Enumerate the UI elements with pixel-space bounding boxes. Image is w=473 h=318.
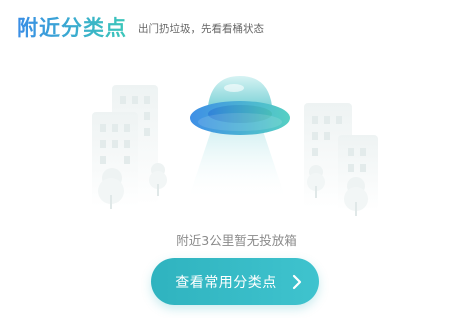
empty-state-message: 附近3公里暂无投放箱	[176, 233, 297, 248]
ufo-city-illustration-icon	[92, 76, 378, 216]
nearby-sorting-points-card: 附近分类点 出门扔垃圾，先看看桶状态 附近3公里暂无投放箱 查看常用分类点	[0, 0, 473, 318]
header: 附近分类点 出门扔垃圾，先看看桶状态	[17, 10, 264, 44]
view-common-sorting-points-label: 查看常用分类点	[175, 274, 277, 291]
chevron-right-icon	[292, 274, 302, 290]
left-buildings	[92, 85, 167, 209]
ufo-beam	[188, 128, 286, 200]
page-title: 附近分类点	[17, 12, 127, 42]
empty-state-illustration	[0, 60, 473, 220]
right-buildings	[304, 103, 378, 216]
ufo-icon	[190, 76, 290, 135]
view-common-sorting-points-button[interactable]: 查看常用分类点	[151, 258, 319, 305]
page-subtitle: 出门扔垃圾，先看看桶状态	[138, 22, 264, 35]
